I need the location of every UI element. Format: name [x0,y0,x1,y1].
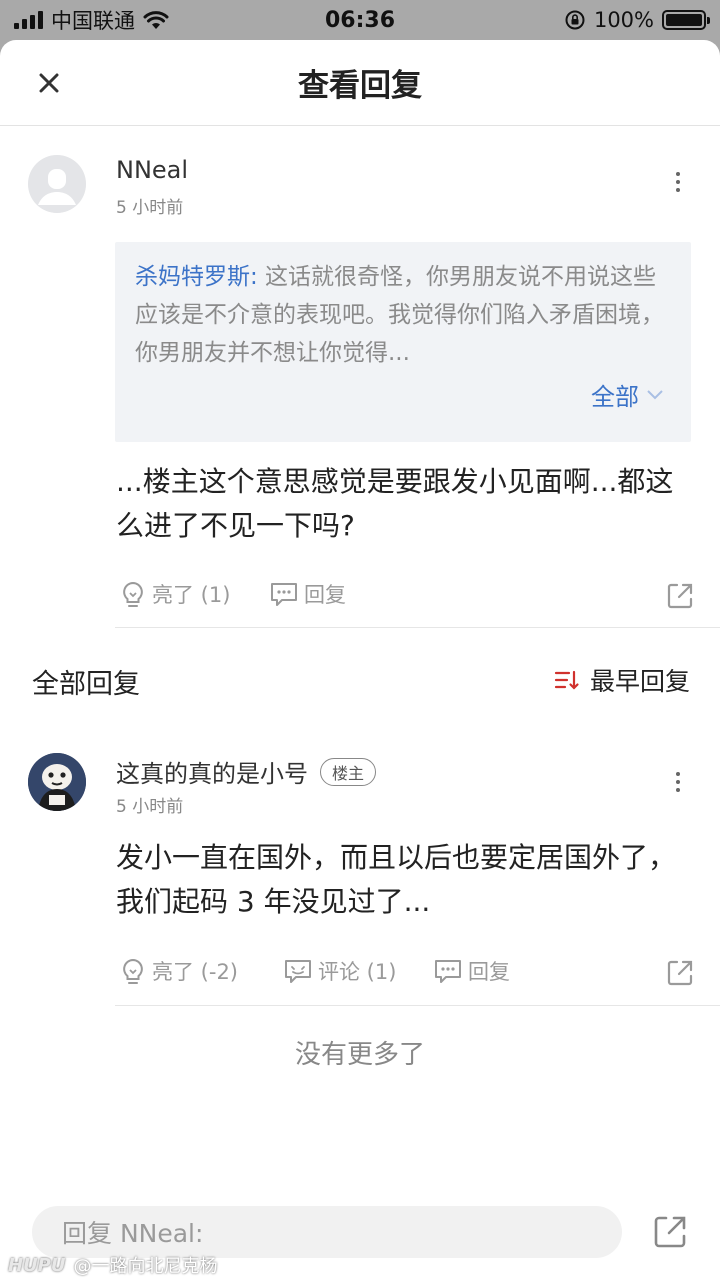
status-time: 06:36 [324,7,396,33]
like-count: 亮了 (-2) [152,960,238,984]
reply-sheet: 查看回复 NNeal 5 小时前 杀妈特罗斯: 这话就很奇怪，你男朋友说不用说这… [0,40,720,1280]
watermark: HUPU @一路向北尼克杨 [8,1252,218,1278]
chevron-down-icon [647,389,663,399]
comment-button[interactable]: 评论 (1) [282,956,396,986]
divider [115,1005,720,1006]
watermark-handle: @一路向北尼克杨 [73,1256,218,1277]
close-icon [39,73,59,93]
like-button[interactable]: 亮了 (-2) [118,956,238,986]
sort-label: 最早回复 [589,667,690,696]
page-title: 查看回复 [298,68,422,104]
message-icon [435,960,461,983]
reply-button[interactable]: 回复 [268,579,346,609]
more-options-button[interactable] [668,766,688,798]
divider [115,627,720,628]
message-icon [271,583,297,606]
orientation-lock-icon [565,10,585,30]
comment-icon [285,960,311,983]
sheet-header: 查看回复 [0,40,720,126]
default-avatar-icon [28,155,86,213]
lightbulb-icon [123,581,143,607]
more-options-button[interactable] [668,166,688,198]
expand-quote-label: 全部 [591,383,639,411]
expand-quote-button[interactable]: 全部 [591,377,663,412]
sort-button[interactable]: 最早回复 [554,662,690,698]
section-title: 全部回复 [32,669,140,700]
battery-percent: 100% [593,8,654,32]
sort-icon [554,670,579,690]
close-button[interactable] [30,64,68,102]
username[interactable]: NNeal [116,156,188,184]
comment-time: 5 小时前 [116,198,184,218]
signal-icon [14,11,43,29]
like-count: 亮了 (1) [152,583,231,607]
share-icon[interactable] [665,581,695,611]
like-button[interactable]: 亮了 (1) [118,579,230,609]
reply-content: 发小一直在国外，而且以后也要定居国外了，我们起码 3 年没见过了... [116,841,677,918]
no-more-text: 没有更多了 [294,1040,425,1070]
reply-time: 5 小时前 [116,797,184,817]
op-badge: 楼主 [320,758,377,786]
watermark-brand: HUPU [8,1254,66,1276]
avatar[interactable] [28,155,86,213]
comment-content: ...楼主这个意思感觉是要跟发小见面啊...都这么进了不见一下吗? [116,465,674,542]
share-icon[interactable] [665,958,695,988]
status-bar: 中国联通 06:36 100% [0,0,720,40]
reply-label: 回复 [304,583,346,607]
user-avatar-image [28,753,86,811]
reply-label: 回复 [468,960,510,984]
reply-username: 这真的真的是小号 楼主 [116,754,377,789]
quote-author[interactable]: 杀妈特罗斯: [135,264,258,290]
quoted-comment: 杀妈特罗斯: 这话就很奇怪，你男朋友说不用说这些应该是不介意的表现吧。我觉得你们… [115,242,691,442]
avatar[interactable] [28,753,86,811]
battery-icon [662,10,710,30]
wifi-icon [143,11,169,29]
comment-count: 评论 (1) [318,960,397,984]
reply-button[interactable]: 回复 [432,956,510,986]
carrier-name: 中国联通 [51,9,135,33]
share-icon[interactable] [652,1214,688,1250]
lightbulb-icon [123,958,143,984]
reply-input[interactable]: 回复 NNeal: [32,1206,622,1258]
